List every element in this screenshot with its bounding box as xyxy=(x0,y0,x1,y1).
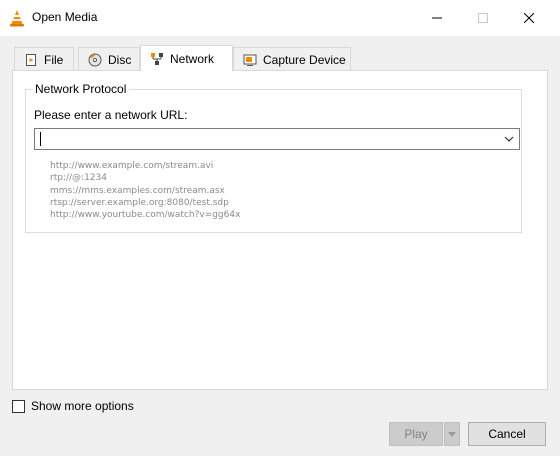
example-url: mms://mms.examples.com/stream.asx xyxy=(50,185,225,196)
chevron-down-icon[interactable] xyxy=(501,131,517,147)
example-url: http://www.yourtube.com/watch?v=gg64x xyxy=(50,210,241,221)
cancel-button-label: Cancel xyxy=(488,427,526,441)
show-more-options-label[interactable]: Show more options xyxy=(31,399,134,413)
url-examples: http://www.example.com/stream.avi rtp://… xyxy=(50,160,240,221)
play-button[interactable]: Play xyxy=(389,422,443,446)
file-icon xyxy=(24,53,38,67)
network-icon xyxy=(150,52,164,66)
window-title: Open Media xyxy=(32,10,98,24)
close-button[interactable] xyxy=(506,0,552,36)
capture-device-icon xyxy=(243,53,257,67)
title-bar: Open Media xyxy=(0,0,560,36)
minimize-button[interactable] xyxy=(414,0,460,36)
tab-label: Capture Device xyxy=(263,52,346,67)
maximize-icon xyxy=(478,13,488,23)
network-panel: Network Protocol Please enter a network … xyxy=(12,70,548,390)
vlc-cone-icon xyxy=(9,9,25,27)
tab-disc[interactable]: Disc xyxy=(78,47,140,71)
network-url-input[interactable] xyxy=(35,129,495,149)
disc-icon xyxy=(88,53,102,67)
tab-network[interactable]: Network xyxy=(140,45,233,71)
example-url: http://www.example.com/stream.avi xyxy=(50,161,214,171)
tab-file[interactable]: File xyxy=(14,47,74,71)
show-more-options-checkbox[interactable] xyxy=(12,400,25,413)
url-label: Please enter a network URL: xyxy=(34,108,188,122)
cancel-button[interactable]: Cancel xyxy=(468,422,546,446)
play-button-label: Play xyxy=(404,427,428,441)
network-url-combobox[interactable] xyxy=(34,128,520,150)
tab-capture-device[interactable]: Capture Device xyxy=(233,47,351,71)
tab-label: Network xyxy=(170,51,215,66)
caret-down-icon xyxy=(448,431,456,437)
example-url: rtsp://server.example.org:8080/test.sdp xyxy=(50,197,229,208)
minimize-icon xyxy=(432,17,442,19)
text-caret xyxy=(40,132,41,146)
tab-label: File xyxy=(44,52,64,67)
maximize-button[interactable] xyxy=(460,0,506,36)
tab-label: Disc xyxy=(108,52,132,67)
play-dropdown-button[interactable] xyxy=(444,422,460,446)
group-title: Network Protocol xyxy=(32,82,130,96)
close-icon xyxy=(524,13,534,23)
example-url: rtp://@:1234 xyxy=(50,173,107,184)
network-protocol-group: Network Protocol Please enter a network … xyxy=(25,82,522,233)
